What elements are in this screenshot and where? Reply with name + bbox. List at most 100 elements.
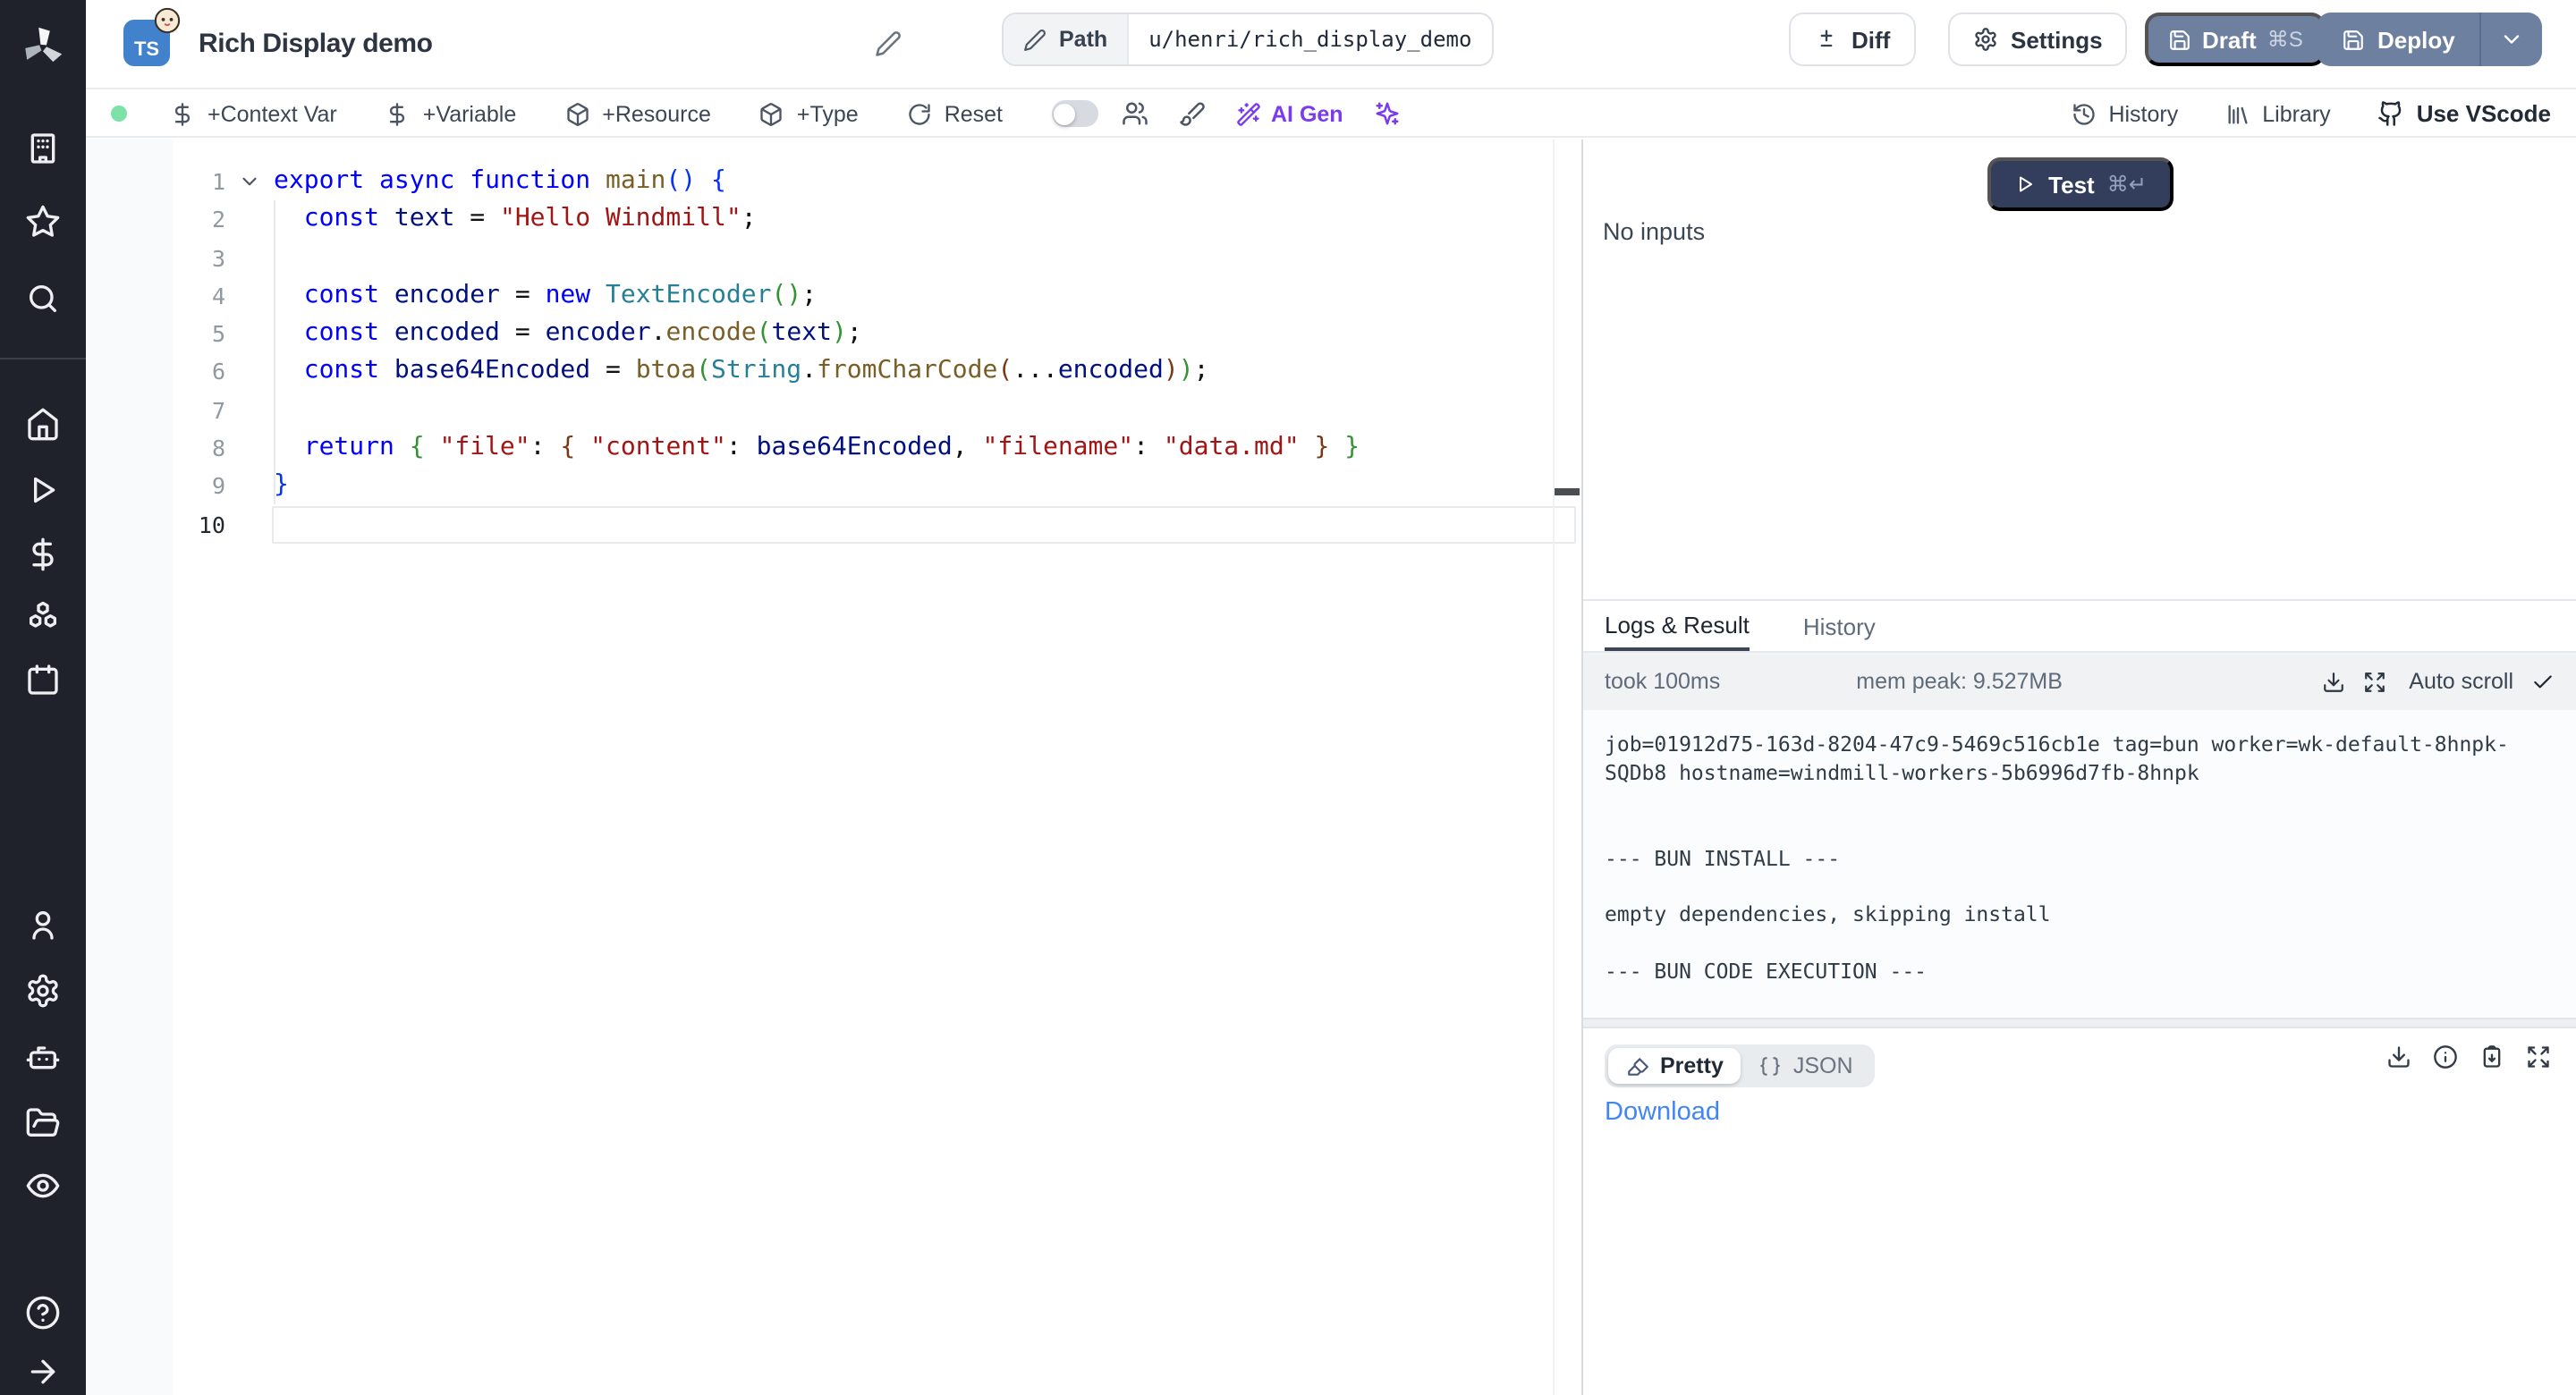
sidebar-item-arrow-right-icon[interactable] <box>25 1354 61 1390</box>
windmill-script-editor: TS Rich Display demo Path u/henri/rich_d… <box>0 0 2576 1395</box>
sidebar-item-robot-icon[interactable] <box>25 1039 61 1075</box>
windmill-logo-icon[interactable] <box>20 23 66 70</box>
code-line-2[interactable]: 2 const text = "Hello Windmill"; <box>86 201 1581 240</box>
toolbar-button-reset[interactable]: Reset <box>907 101 1003 126</box>
library-icon <box>2224 101 2250 126</box>
sidebar-item-building-icon[interactable] <box>25 131 61 166</box>
code-line-1[interactable]: 1export async function main() { <box>86 163 1581 201</box>
pretty-label: Pretty <box>1660 1053 1724 1078</box>
toolbar-use-vscode-button[interactable]: Use VScode <box>2377 100 2551 127</box>
ai-gen-button[interactable]: AI Gen <box>1235 101 1343 126</box>
sidebar-item-settings-icon[interactable] <box>25 973 61 1009</box>
sidebar-item-play-icon[interactable] <box>25 472 61 508</box>
log-line <box>1605 931 2509 960</box>
toolbar-button-type[interactable]: +Type <box>759 101 859 126</box>
diff-button[interactable]: Diff <box>1789 13 1915 66</box>
page-title: Rich Display demo <box>199 29 433 59</box>
path-label: Path <box>1059 27 1107 52</box>
draft-label: Draft <box>2202 26 2257 53</box>
dollar-icon <box>386 101 411 126</box>
pretty-view-button[interactable]: Pretty <box>1608 1048 1741 1084</box>
toolbar-button-resource[interactable]: +Resource <box>564 101 711 126</box>
toggle-knob <box>1054 103 1075 124</box>
sidebar-item-calendar-icon[interactable] <box>25 662 61 698</box>
toolbar-button-variable[interactable]: +Variable <box>386 101 516 126</box>
logs-output[interactable]: job=01912d75-163d-8204-47c9-5469c516cb1e… <box>1583 710 2576 1018</box>
line-number: 6 <box>86 353 225 392</box>
diff-mode-toggle[interactable] <box>1051 100 1097 127</box>
draft-shortcut: ⌘S <box>2267 27 2303 52</box>
sidebar-item-search-icon[interactable] <box>25 281 61 317</box>
settings-label: Settings <box>2011 26 2103 53</box>
tab-logs-result[interactable]: Logs & Result <box>1605 601 1750 651</box>
toolbar-history-button[interactable]: History <box>2071 101 2178 126</box>
download-logs-icon[interactable] <box>2321 670 2344 693</box>
deploy-dropdown-button[interactable] <box>2482 13 2543 66</box>
logs-result-resize-handle[interactable] <box>1583 1018 2576 1028</box>
sidebar-item-folder-open-icon[interactable] <box>25 1105 61 1141</box>
rotate-icon <box>907 101 932 126</box>
ai-gen-label: AI Gen <box>1271 101 1343 126</box>
sidebar-item-boxes-icon[interactable] <box>25 599 61 635</box>
code-line-3[interactable]: 3 <box>86 239 1581 277</box>
toolbar-right: History Library Use VScode <box>2071 91 2551 136</box>
code-line-10[interactable]: 10 <box>86 505 1581 544</box>
draft-button[interactable]: Draft ⌘S <box>2145 13 2326 66</box>
dollar-icon <box>170 101 195 126</box>
sidebar-divider <box>0 358 86 359</box>
plus-minus-icon <box>1814 27 1839 52</box>
log-line <box>1605 816 2509 845</box>
code-line-4[interactable]: 4 const encoder = new TextEncoder(); <box>86 277 1581 316</box>
deploy-button-group: Deploy <box>2317 13 2543 66</box>
code-line-9[interactable]: 9} <box>86 468 1581 506</box>
save-icon <box>2168 28 2191 51</box>
toolbar-button-contextvar[interactable]: +Context Var <box>170 101 337 126</box>
edit-title-pencil-icon[interactable] <box>875 30 902 57</box>
checkmark-icon[interactable] <box>2531 670 2555 693</box>
json-view-button[interactable]: JSON <box>1741 1048 1871 1084</box>
path-value[interactable]: u/henri/rich_display_demo <box>1129 14 1491 64</box>
code-line-7[interactable]: 7 <box>86 392 1581 430</box>
stats-actions: Auto scroll <box>2321 669 2555 694</box>
duration-text: took 100ms <box>1605 669 1720 694</box>
tab-history[interactable]: History <box>1803 601 1876 651</box>
users-icon[interactable] <box>1121 100 1148 127</box>
code-line-8[interactable]: 8 return { "file": { "content": base64En… <box>86 429 1581 468</box>
gear-icon <box>1973 27 1998 52</box>
settings-button[interactable]: Settings <box>1948 13 2128 66</box>
paintbrush-icon[interactable] <box>1178 100 1205 127</box>
code-line-5[interactable]: 5 const encoded = encoder.encode(text); <box>86 315 1581 353</box>
path-control[interactable]: Path u/henri/rich_display_demo <box>1002 13 1493 66</box>
test-button[interactable]: Test ⌘↵ <box>1987 157 2174 211</box>
result-toolbar: Pretty JSON <box>1605 1043 1875 1089</box>
clipboard-icon[interactable] <box>2479 1044 2504 1070</box>
code-line-6[interactable]: 6 const base64Encoded = btoa(String.from… <box>86 353 1581 392</box>
expand-result-icon[interactable] <box>2526 1044 2551 1070</box>
sidebar-item-user-icon[interactable] <box>25 907 61 943</box>
sidebar-item-home-icon[interactable] <box>25 406 61 442</box>
sidebar-item-help-icon[interactable] <box>25 1295 61 1331</box>
log-line: empty dependencies, skipping install <box>1605 902 2509 931</box>
run-panel: Test ⌘↵ No inputs Logs & Result History … <box>1581 140 2576 1395</box>
log-line <box>1605 874 2509 902</box>
sidebar-item-dollar-icon[interactable] <box>25 537 61 572</box>
inputs-section: Test ⌘↵ No inputs <box>1583 140 2576 599</box>
line-number: 3 <box>86 239 225 277</box>
sidebar-item-eye-icon[interactable] <box>25 1168 61 1204</box>
expand-logs-icon[interactable] <box>2362 670 2385 693</box>
info-icon[interactable] <box>2433 1044 2458 1070</box>
panel-tabs: Logs & Result History <box>1583 599 2576 653</box>
download-result-link[interactable]: Download <box>1605 1098 1720 1127</box>
mem-peak-text: mem peak: 9.527MB <box>1856 669 2063 694</box>
sidebar-item-star-icon[interactable] <box>25 204 61 240</box>
path-label-segment[interactable]: Path <box>1004 14 1129 64</box>
sparkles-icon[interactable] <box>1374 100 1401 127</box>
deploy-label: Deploy <box>2377 26 2455 53</box>
status-dot <box>111 106 127 122</box>
deploy-button[interactable]: Deploy <box>2317 13 2480 66</box>
code-editor[interactable]: 1export async function main() {2 const t… <box>86 140 1581 1395</box>
download-result-icon[interactable] <box>2386 1044 2411 1070</box>
toolbar-library-button[interactable]: Library <box>2224 101 2330 126</box>
github-icon <box>2377 100 2404 127</box>
line-number: 10 <box>86 505 225 544</box>
